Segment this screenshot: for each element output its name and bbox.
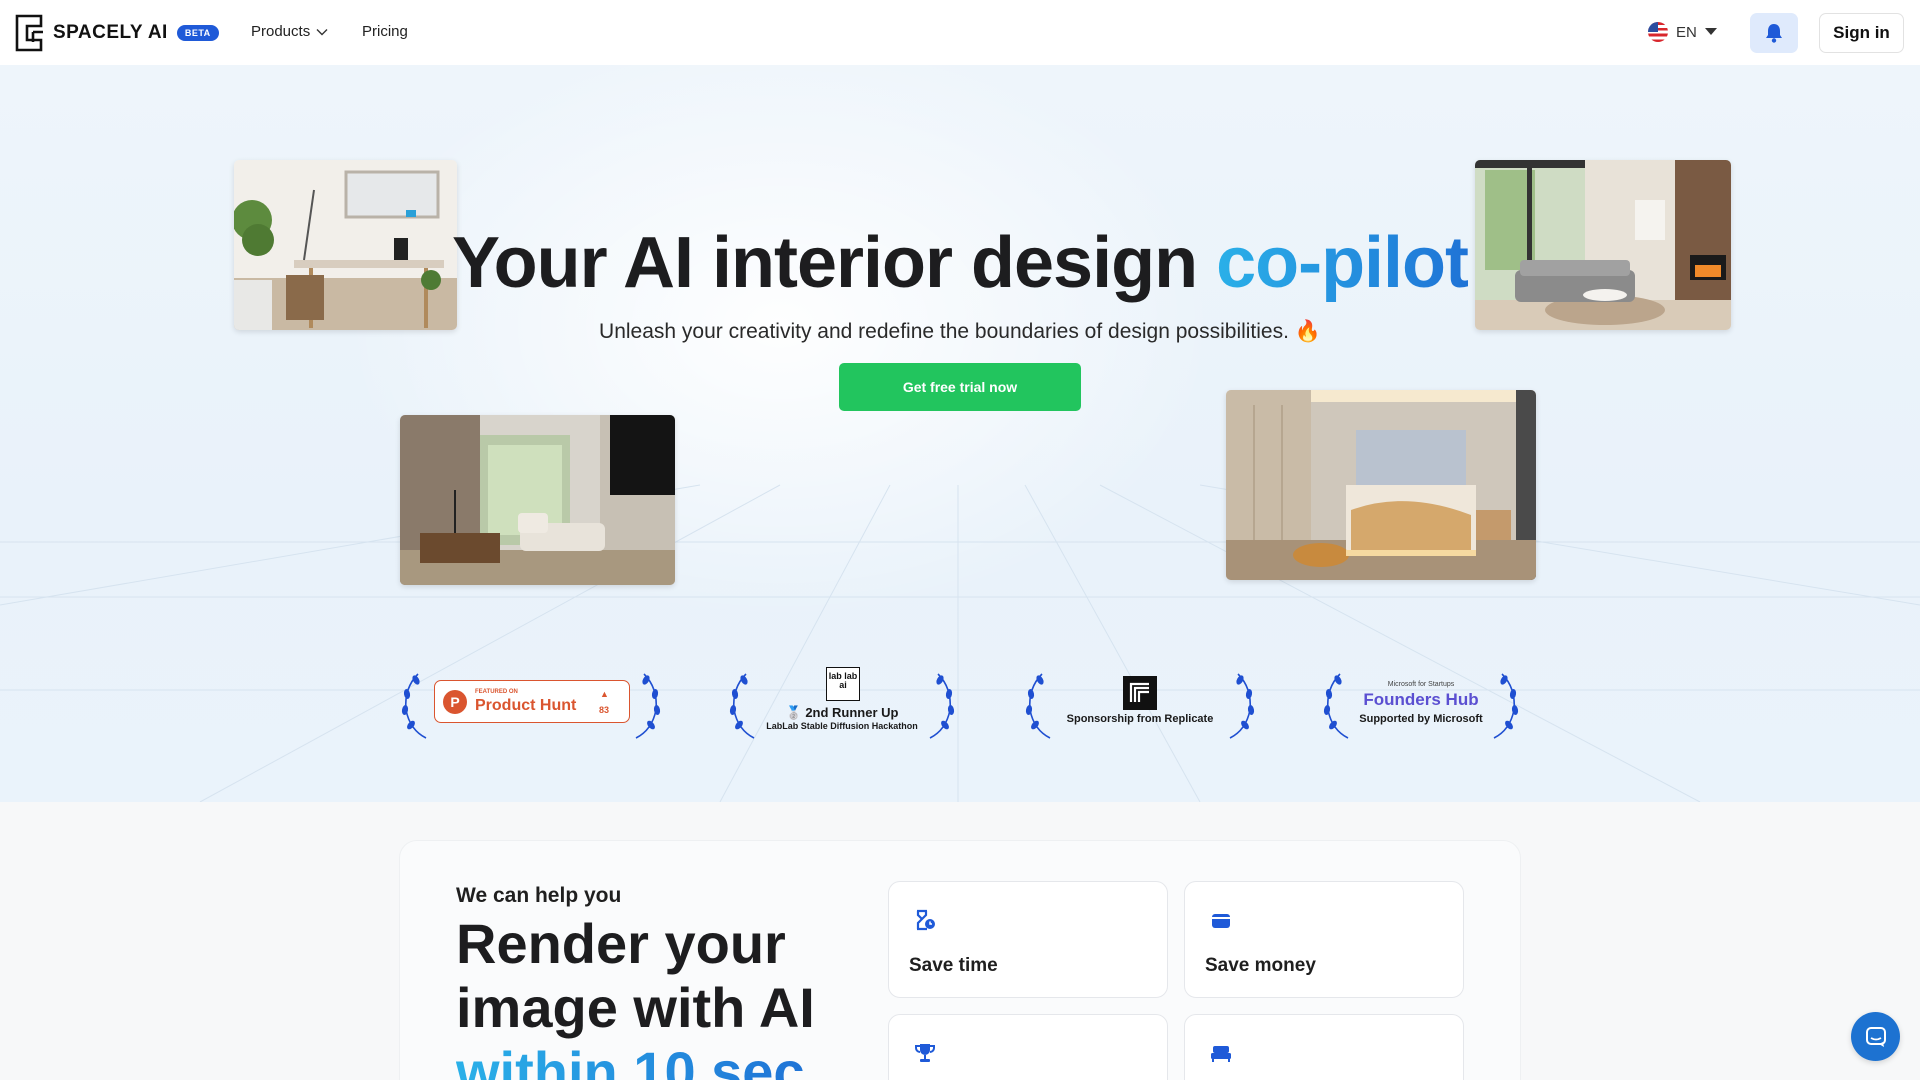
chat-launcher-button[interactable] xyxy=(1851,1012,1900,1061)
feature-award[interactable] xyxy=(888,1014,1168,1080)
product-hunt-upvotes: 83 xyxy=(599,705,610,715)
language-selector[interactable]: EN xyxy=(1648,22,1717,42)
chevron-down-icon xyxy=(316,28,328,35)
us-flag-icon xyxy=(1648,22,1668,42)
features-label: We can help you xyxy=(456,884,622,907)
nav-pricing[interactable]: Pricing xyxy=(362,23,408,40)
features-title: Render your image with AI xyxy=(456,912,815,1039)
top-navbar: SPACELY AI BETA Products Pricing EN Sign… xyxy=(0,0,1920,65)
microsoft-startups-label: Microsoft for Startups xyxy=(1387,681,1455,688)
bell-icon xyxy=(1766,24,1782,43)
product-hunt-featured-label: FEATURED ON xyxy=(475,689,518,695)
chat-bubble-icon xyxy=(1865,1026,1886,1047)
replicate-logo-icon xyxy=(1123,676,1157,710)
feature-save-time[interactable]: Save time xyxy=(888,881,1168,998)
wallet-icon xyxy=(1212,914,1230,928)
beta-badge: BETA xyxy=(176,25,219,41)
hero-image-minimal-living xyxy=(400,415,675,585)
product-hunt-name: Product Hunt xyxy=(475,697,577,714)
spacely-logo-icon xyxy=(15,14,43,52)
hero-image-bedroom xyxy=(1226,390,1536,580)
hero-section: Your AI interior design co-pilot Unleash… xyxy=(0,65,1920,802)
trophy-icon xyxy=(915,1044,935,1062)
replicate-award-title: Sponsorship from Replicate xyxy=(1066,713,1214,725)
lablab-logo: lab lab ai xyxy=(826,667,860,701)
hero-title: Your AI interior design co-pilot xyxy=(0,222,1920,304)
lablab-award-subtitle: LabLab Stable Diffusion Hackathon xyxy=(766,721,918,731)
logo-text: SPACELY AI xyxy=(53,22,168,43)
microsoft-award-subtitle: Supported by Microsoft xyxy=(1359,713,1483,725)
feature-save-money-label: Save money xyxy=(1205,955,1316,976)
product-hunt-logo-icon: P xyxy=(443,690,467,714)
caret-down-icon xyxy=(1704,28,1717,35)
hourglass-clock-icon xyxy=(916,909,935,931)
hero-title-accent: co-pilot xyxy=(1216,223,1469,303)
logo[interactable]: SPACELY AI BETA xyxy=(15,14,219,52)
bed-icon xyxy=(1211,1046,1231,1062)
hero-title-main: Your AI interior design xyxy=(451,223,1198,303)
get-free-trial-button[interactable]: Get free trial now xyxy=(839,363,1081,411)
nav-products-label: Products xyxy=(251,23,311,40)
lablab-award-title: 🥈 2nd Runner Up xyxy=(785,705,899,720)
features-title-accent: within 10 sec xyxy=(456,1040,805,1080)
language-label: EN xyxy=(1676,23,1697,41)
feature-furniture[interactable] xyxy=(1184,1014,1464,1080)
feature-save-money[interactable]: Save money xyxy=(1184,881,1464,998)
notifications-button[interactable] xyxy=(1750,13,1798,53)
feature-save-time-label: Save time xyxy=(909,955,998,976)
upvote-arrow-icon: ▲ xyxy=(600,689,609,699)
sign-in-button[interactable]: Sign in xyxy=(1819,13,1904,53)
product-hunt-badge[interactable]: P FEATURED ON Product Hunt ▲ 83 xyxy=(434,680,630,723)
hero-subtitle: Unleash your creativity and redefine the… xyxy=(599,320,1321,343)
founders-hub-name: Founders Hub xyxy=(1363,690,1479,709)
nav-products[interactable]: Products xyxy=(251,23,328,40)
